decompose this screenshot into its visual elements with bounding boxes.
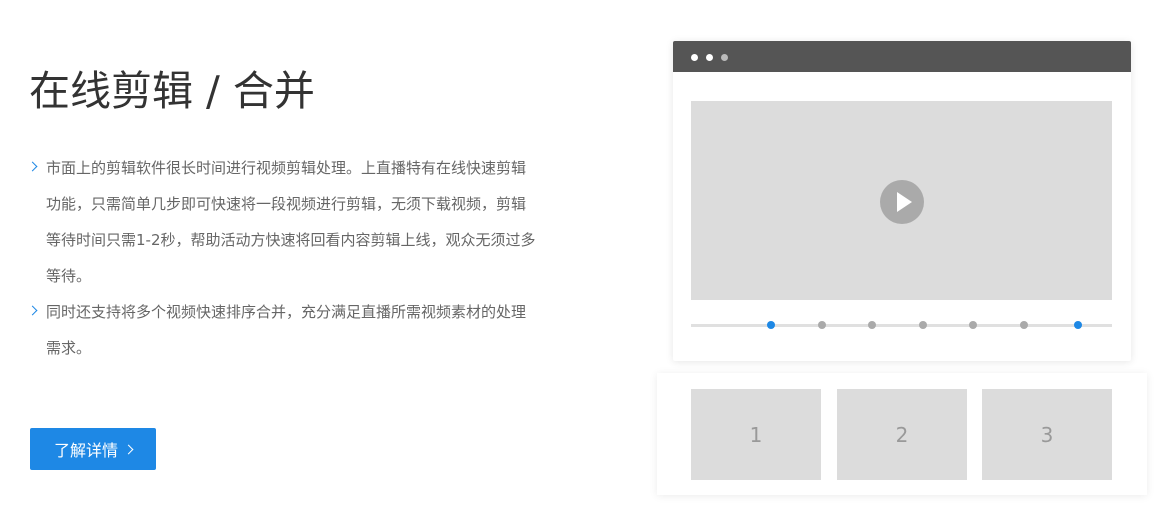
feature-item: 市面上的剪辑软件很长时间进行视频剪辑处理。上直播特有在线快速剪辑功能，只需简单几… [27,150,539,294]
page-title: 在线剪辑 / 合并 [29,67,315,115]
clip-thumbnail: 2 [837,389,967,480]
learn-more-label: 了解详情 [53,441,118,460]
window-dot [721,54,728,61]
feature-text: 同时还支持将多个视频快速排序合并，充分满足直播所需视频素材的处理需求。 [46,303,527,357]
window-dot [706,54,713,61]
video-editor-illustration [673,41,1131,361]
timeline-marker [766,321,775,329]
play-icon [880,180,924,224]
timeline-marker [1019,321,1028,329]
learn-more-button[interactable]: 了解详情 [30,428,156,470]
feature-list: 市面上的剪辑软件很长时间进行视频剪辑处理。上直播特有在线快速剪辑功能，只需简单几… [27,150,539,366]
clip-thumbnail: 1 [691,389,821,480]
feature-item: 同时还支持将多个视频快速排序合并，充分满足直播所需视频素材的处理需求。 [27,294,539,366]
timeline-marker [969,321,978,329]
video-placeholder [691,101,1112,300]
edit-timeline [691,321,1112,329]
chevron-right-icon [27,161,38,172]
chevron-right-icon [27,305,38,316]
clip-thumbnail: 3 [982,389,1112,480]
window-titlebar [673,41,1131,72]
timeline-marker [868,321,877,329]
feature-text: 市面上的剪辑软件很长时间进行视频剪辑处理。上直播特有在线快速剪辑功能，只需简单几… [46,159,536,285]
timeline-marker [918,321,927,329]
clip-merge-panel: 1 2 3 [657,373,1147,495]
chevron-right-icon [123,444,134,455]
timeline-marker [817,321,826,329]
timeline-marker [1074,321,1083,329]
window-dot [691,54,698,61]
